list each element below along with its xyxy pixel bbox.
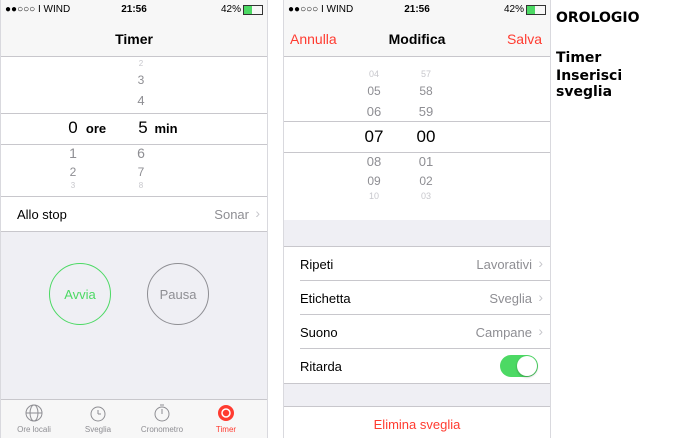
alarm-clock-icon [90, 406, 106, 422]
caption-timer: Timer [556, 50, 602, 66]
min-selected: 00 [416, 127, 436, 146]
min-below-1: 02 [419, 174, 433, 188]
status-right: 42% [221, 4, 263, 15]
min-above-2: 59 [418, 104, 434, 119]
tab-label: Ore locali [17, 425, 51, 434]
sound-value: Campane [475, 325, 532, 340]
hour-above-1: 05 [367, 84, 381, 98]
min-above-1: 3 [137, 73, 145, 87]
snooze-toggle[interactable] [500, 355, 538, 377]
stopwatch-icon [154, 404, 170, 422]
time-picker[interactable]: 04 05 06 07 08 09 10 57 58 59 00 01 02 0… [284, 57, 550, 220]
tab-sveglia[interactable]: Sveglia [65, 403, 131, 434]
snooze-row: Ritarda [284, 349, 550, 384]
hour-selected: 07 [364, 127, 384, 146]
battery-percent: 42% [503, 4, 524, 15]
sound-label: Suono [300, 325, 338, 340]
chevron-right-icon: › [538, 323, 543, 339]
min-below-2: 8 [138, 181, 144, 190]
battery-icon [526, 4, 546, 15]
hours-selected: 0 [68, 118, 78, 137]
label-row[interactable]: Etichetta Sveglia › [284, 281, 550, 315]
tab-ore-locali[interactable]: Ore locali [1, 403, 67, 434]
tab-timer[interactable]: Timer [193, 403, 259, 434]
navbar: Annulla Modifica Salva [284, 20, 550, 57]
globe-icon [25, 404, 43, 422]
battery-icon [243, 4, 263, 15]
caption-alarm: Inserisci sveglia [556, 68, 623, 100]
edit-alarm-screen: ●●○○○ I WIND 21:56 42% Annulla Modifica … [283, 0, 551, 438]
sound-row[interactable]: Suono Campane › [284, 315, 550, 349]
start-button[interactable]: Avvia [49, 263, 111, 325]
hour-above-2: 06 [366, 104, 382, 119]
repeat-label: Ripeti [300, 257, 334, 272]
hour-below-2: 10 [368, 191, 379, 201]
chevron-right-icon: › [255, 205, 260, 221]
label-value: Sveglia [489, 291, 532, 306]
min-below-1: 7 [137, 165, 145, 179]
minutes-unit: min [154, 121, 178, 136]
chevron-right-icon: › [538, 289, 543, 305]
pause-button[interactable]: Pausa [147, 263, 209, 325]
hour-below-2: 3 [70, 181, 76, 190]
repeat-row[interactable]: Ripeti Lavorativi › [284, 246, 550, 281]
hour-below-0: 08 [366, 154, 382, 169]
min-above-2: 4 [137, 93, 145, 108]
allo-stop-value: Sonar [214, 207, 249, 222]
min-above-0: 2 [138, 59, 144, 68]
minutes-selected: 5 [138, 118, 148, 137]
min-below-0: 01 [418, 154, 434, 169]
hour-below-1: 2 [69, 165, 77, 179]
hour-above-0: 04 [368, 69, 379, 79]
snooze-label: Ritarda [300, 359, 342, 374]
chevron-right-icon: › [538, 255, 543, 271]
battery-percent: 42% [220, 4, 241, 15]
navbar: Timer [1, 20, 267, 57]
hour-below-0: 1 [69, 145, 77, 161]
min-below-2: 03 [420, 191, 431, 201]
hour-below-1: 09 [367, 174, 381, 188]
tab-label: Sveglia [84, 425, 112, 434]
save-button[interactable]: Salva [507, 31, 542, 47]
delete-alarm-row[interactable]: Elimina sveglia [284, 406, 550, 438]
status-bar: ●●○○○ I WIND 21:56 42% [284, 0, 550, 20]
timer-picker[interactable]: 2 3 4 0 ore 5 min 1 2 3 6 7 8 [1, 57, 267, 199]
min-above-0: 57 [420, 69, 431, 79]
status-right: 42% [504, 4, 546, 15]
min-above-1: 58 [419, 84, 433, 98]
hours-unit: ore [85, 121, 107, 136]
section-heading: OROLOGIO [556, 10, 640, 26]
status-bar: ●●○○○ I WIND 21:56 42% [1, 0, 267, 20]
delete-alarm-button[interactable]: Elimina sveglia [284, 417, 550, 432]
allo-stop-label: Allo stop [17, 207, 67, 222]
timer-screen: ●●○○○ I WIND 21:56 42% Timer 2 3 4 0 ore… [0, 0, 268, 438]
tab-bar: Ore locali Sveglia Cronometro Timer [1, 399, 267, 438]
min-below-0: 6 [137, 145, 145, 161]
repeat-value: Lavorativi [476, 257, 532, 272]
tab-label: Cronometro [140, 425, 184, 434]
timer-icon [218, 405, 234, 421]
label-label: Etichetta [300, 291, 351, 306]
page-title: Timer [115, 31, 153, 47]
tab-cronometro[interactable]: Cronometro [129, 403, 195, 434]
allo-stop-row[interactable]: Allo stop Sonar › [1, 196, 267, 232]
tab-label: Timer [215, 425, 237, 434]
